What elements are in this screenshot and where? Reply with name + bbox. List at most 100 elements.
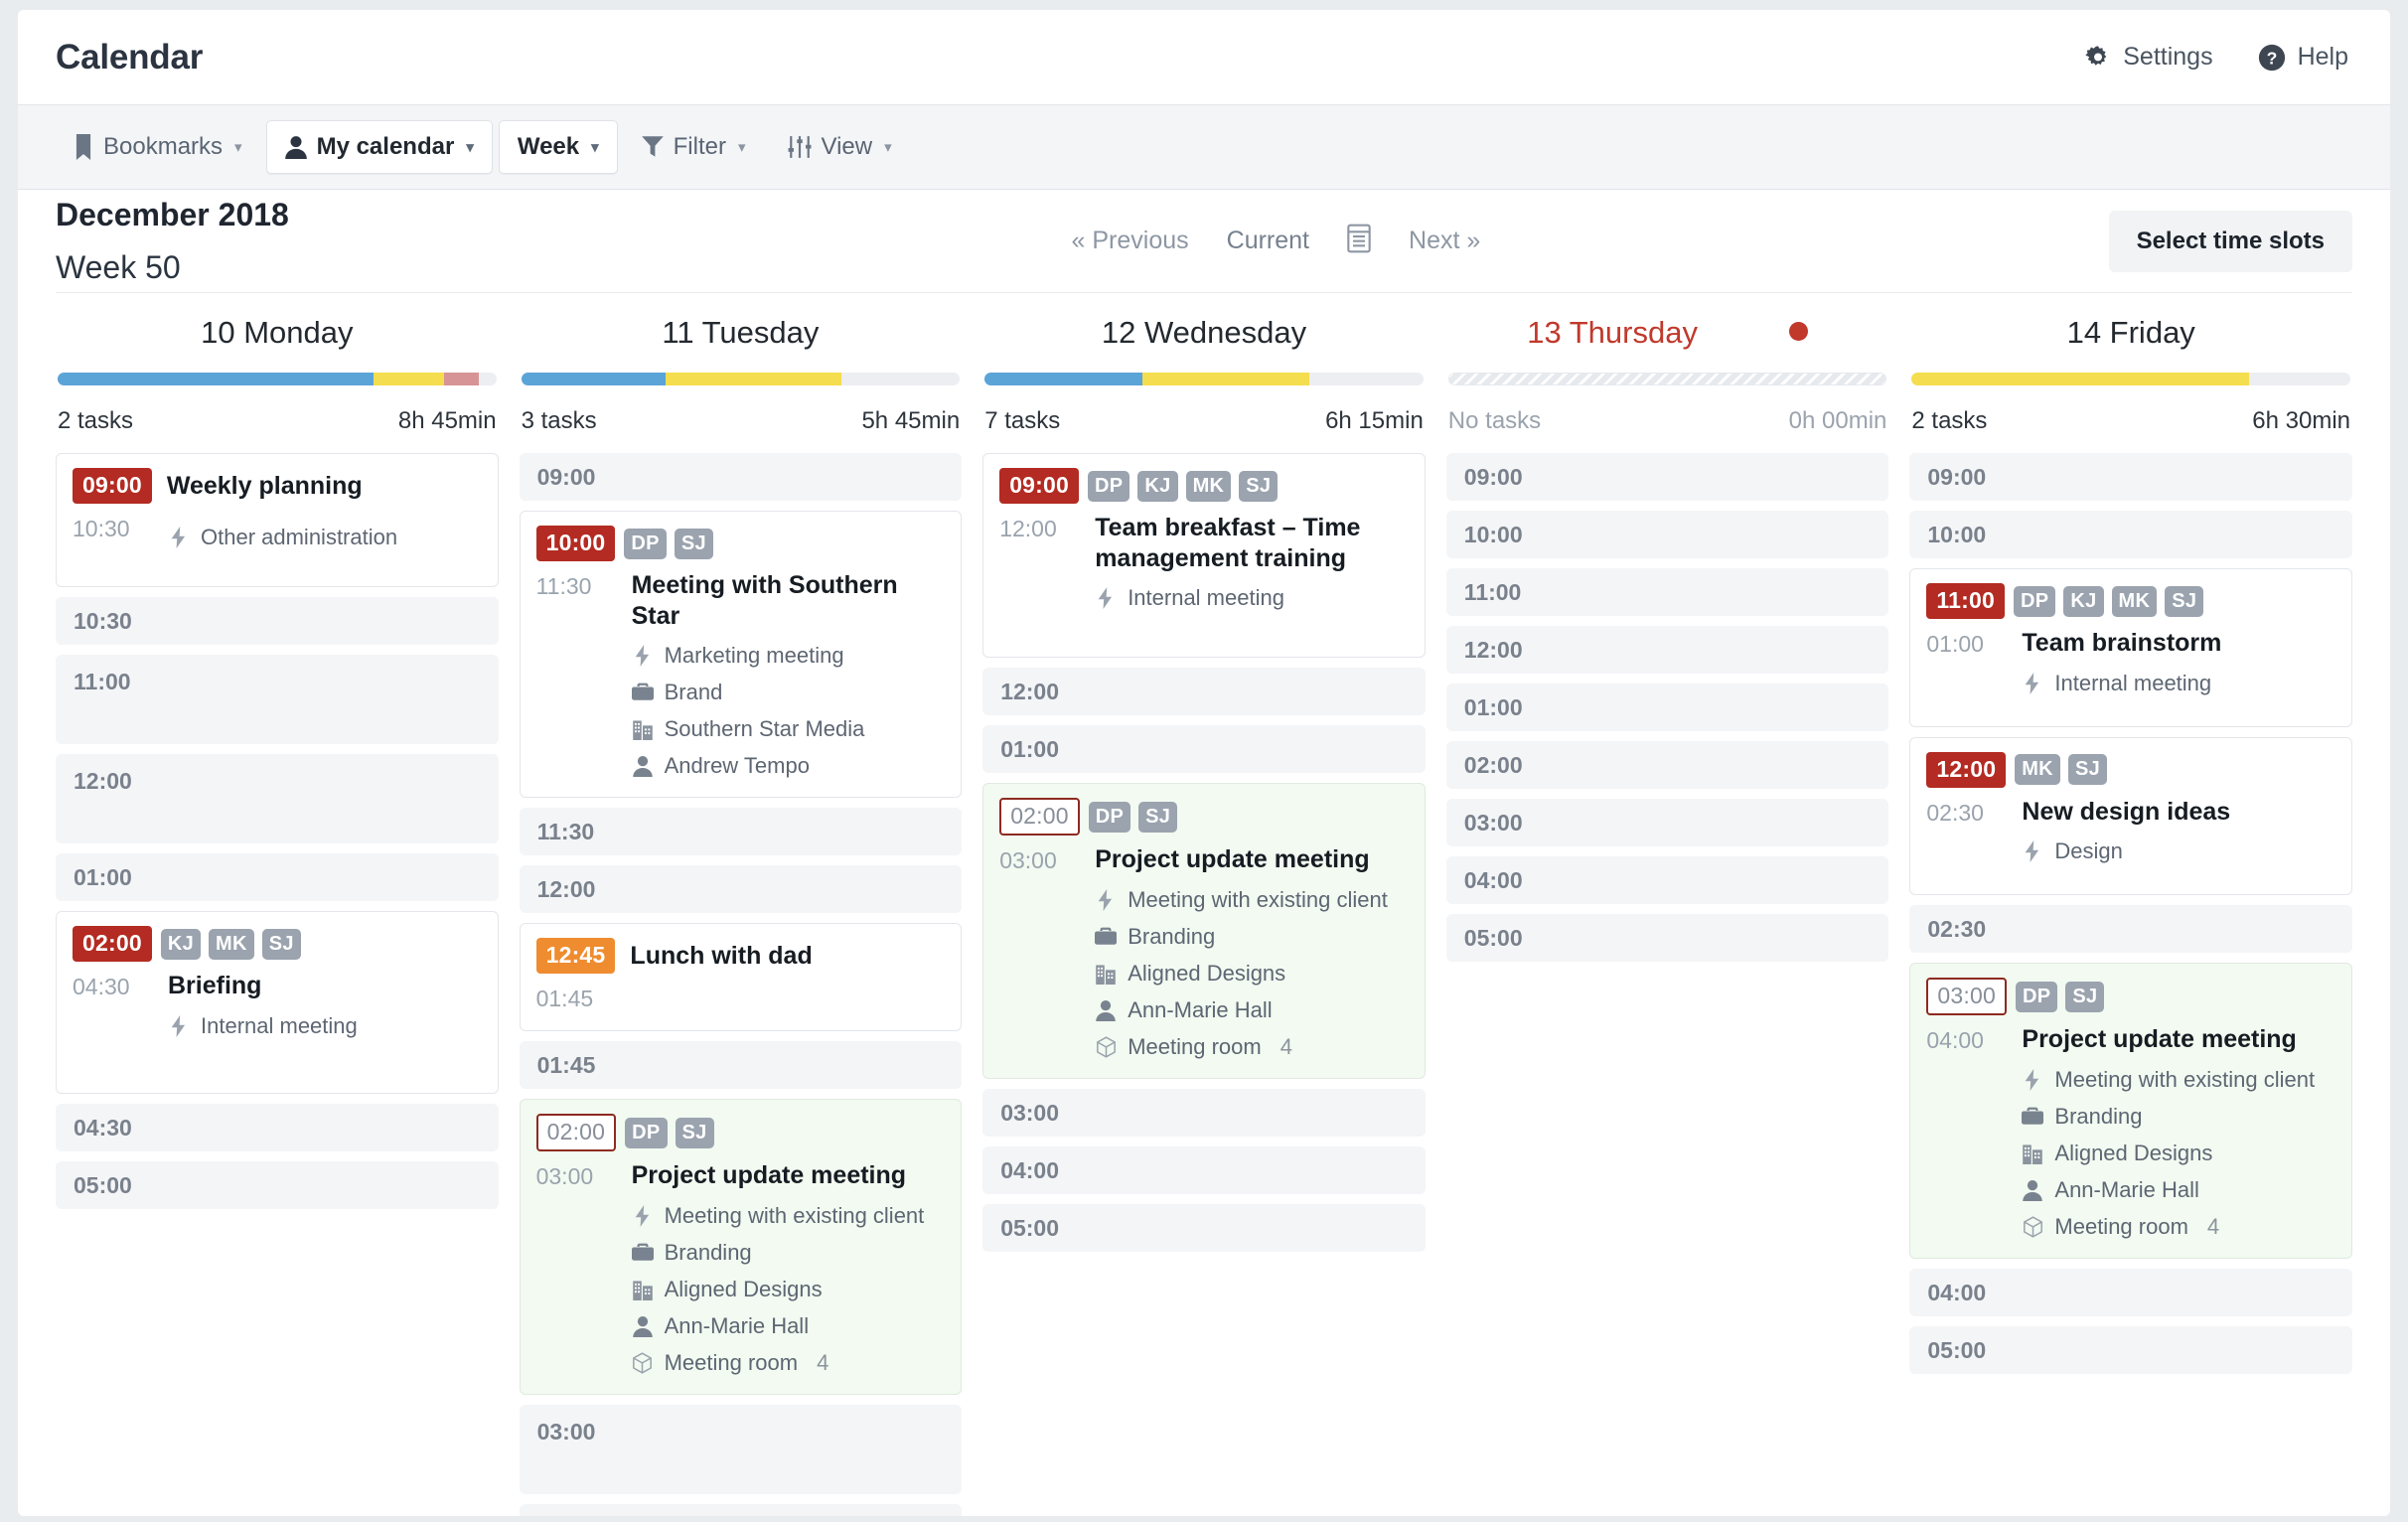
time-slot[interactable]: 01:45 bbox=[519, 1041, 963, 1089]
avatar[interactable]: SJ bbox=[674, 528, 713, 559]
avatar[interactable]: SJ bbox=[675, 1117, 714, 1148]
avatar[interactable]: SJ bbox=[2065, 981, 2105, 1012]
event-attribute: Branding bbox=[1095, 924, 1409, 950]
time-slot[interactable]: 11:00 bbox=[1445, 568, 1889, 616]
time-slot[interactable]: 12:00 bbox=[56, 754, 499, 843]
event-attribute: Meeting room 4 bbox=[632, 1350, 946, 1376]
briefcase-icon bbox=[631, 1243, 654, 1263]
chevron-down-icon: ▾ bbox=[234, 139, 242, 156]
time-slot[interactable]: 01:00 bbox=[56, 853, 499, 901]
time-slot[interactable]: 04:00 bbox=[1445, 856, 1889, 904]
event-attribute-text: Meeting room bbox=[2054, 1213, 2188, 1239]
avatar[interactable]: DP bbox=[1088, 470, 1130, 502]
avatar[interactable]: SJ bbox=[2067, 754, 2108, 785]
current-week-button[interactable]: Current bbox=[1227, 227, 1309, 255]
time-slot[interactable]: 05:00 bbox=[1909, 1325, 2352, 1374]
time-slot[interactable]: 12:00 bbox=[1445, 626, 1889, 674]
avatar[interactable]: MK bbox=[2015, 754, 2060, 785]
event-body-row: 04:00 Project update meeting Meeting with … bbox=[1926, 1024, 2335, 1240]
day-title: 14 Friday bbox=[1909, 315, 2352, 351]
time-slot[interactable]: 04:00 bbox=[982, 1145, 1426, 1194]
avatar[interactable]: KJ bbox=[1137, 470, 1178, 502]
time-slot[interactable]: 03:00 bbox=[982, 1088, 1426, 1137]
day-summary: 3 tasks 5h 45min bbox=[520, 385, 963, 435]
avatar[interactable]: SJ bbox=[1239, 470, 1279, 502]
sliders-icon bbox=[788, 135, 812, 159]
time-slot[interactable]: 10:00 bbox=[1445, 511, 1889, 558]
event-header-row: 09:00 Weekly planning bbox=[73, 468, 482, 504]
time-slot[interactable]: 10:30 bbox=[56, 597, 499, 645]
briefcase-icon bbox=[2022, 1107, 2044, 1127]
avatar[interactable]: SJ bbox=[261, 928, 301, 960]
settings-button[interactable]: Settings bbox=[2084, 43, 2213, 72]
avatar[interactable]: DP bbox=[1088, 801, 1131, 833]
event-card[interactable]: 09:00 DP KJ MK SJ 12:00 Team breakfast – Time … bbox=[982, 453, 1426, 658]
time-slot[interactable]: 12:00 bbox=[982, 668, 1426, 715]
time-slot-label: 04:30 bbox=[74, 1114, 132, 1141]
time-slot[interactable]: 02:30 bbox=[1909, 905, 2352, 953]
avatar[interactable]: KJ bbox=[2063, 585, 2104, 617]
time-slot[interactable]: 05:00 bbox=[1445, 914, 1889, 962]
datepicker-button[interactable] bbox=[1347, 224, 1371, 258]
view-menu[interactable]: View ▾ bbox=[770, 121, 910, 173]
event-attribute-text: Andrew Tempo bbox=[664, 753, 810, 778]
progress-segment bbox=[1911, 373, 2250, 385]
event-card[interactable]: 12:45 Lunch with dad 01:45 bbox=[519, 923, 963, 1031]
event-card[interactable]: 10:00 DP SJ 11:30 Meeting with Southern Star… bbox=[519, 511, 963, 798]
avatar[interactable]: DP bbox=[624, 528, 667, 559]
time-slot[interactable]: 05:00 bbox=[56, 1160, 499, 1209]
event-card[interactable]: 09:00 Weekly planning 10:30 Other administr… bbox=[56, 453, 499, 587]
avatar[interactable]: MK bbox=[209, 928, 254, 960]
time-slot[interactable]: 01:00 bbox=[1445, 684, 1889, 731]
my-calendar-menu[interactable]: My calendar ▾ bbox=[265, 120, 493, 174]
time-slot[interactable]: 01:00 bbox=[982, 725, 1426, 773]
time-slot[interactable]: 05:00 bbox=[982, 1203, 1426, 1252]
period-menu[interactable]: Week ▾ bbox=[498, 120, 618, 174]
time-slot[interactable]: 09:00 bbox=[519, 453, 963, 501]
event-title: Meeting with Southern Star bbox=[631, 571, 898, 630]
event-attribute: Ann-Marie Hall bbox=[2022, 1177, 2335, 1203]
event-card[interactable]: 02:00 DP SJ 03:00 Project update meeting Meet… bbox=[982, 783, 1426, 1079]
day-number: 12 bbox=[1101, 315, 1136, 350]
help-button[interactable]: ? Help bbox=[2257, 43, 2348, 73]
select-time-slots-button[interactable]: Select time slots bbox=[2108, 210, 2352, 272]
day-column-thursday: 13 Thursday No tasks 0h 00min 09:00 10:00 11:… bbox=[1445, 309, 1889, 1516]
event-card[interactable]: 12:00 MK SJ 02:30 New design ideas Design bbox=[1909, 736, 2352, 895]
avatar[interactable]: MK bbox=[1185, 470, 1232, 502]
time-slot[interactable]: 04:00 bbox=[519, 1503, 963, 1516]
event-card[interactable]: 03:00 DP SJ 04:00 Project update meeting Meet… bbox=[1909, 963, 2352, 1259]
next-week-button[interactable]: Next » bbox=[1409, 227, 1480, 255]
event-attribute-text: Meeting room bbox=[664, 1349, 799, 1375]
time-slot[interactable]: 03:00 bbox=[519, 1404, 963, 1494]
time-slot[interactable]: 11:30 bbox=[519, 808, 963, 855]
avatar[interactable]: MK bbox=[2111, 585, 2158, 617]
previous-week-button[interactable]: « Previous bbox=[1072, 227, 1189, 255]
filter-menu[interactable]: Filter ▾ bbox=[624, 121, 764, 173]
event-card[interactable]: 02:00 DP SJ 03:00 Project update meeting Meet… bbox=[519, 1099, 963, 1395]
time-slot[interactable]: 10:00 bbox=[1909, 511, 2352, 558]
building-icon bbox=[2022, 1142, 2043, 1164]
avatar[interactable]: DP bbox=[2013, 585, 2056, 617]
event-card[interactable]: 11:00 DP KJ MK SJ 01:00 Team brainstorm Interna… bbox=[1909, 568, 2352, 727]
avatar[interactable]: SJ bbox=[2165, 585, 2204, 617]
avatar[interactable]: KJ bbox=[160, 928, 201, 960]
time-slot[interactable]: 09:00 bbox=[1909, 453, 2352, 501]
time-slot[interactable]: 09:00 bbox=[1445, 453, 1889, 501]
total-duration: 6h 30min bbox=[2252, 407, 2350, 434]
event-card[interactable]: 02:00 KJ MK SJ 04:30 Briefing Internal meeting bbox=[56, 911, 499, 1094]
time-slot[interactable]: 04:00 bbox=[1909, 1268, 2352, 1316]
time-slot[interactable]: 11:00 bbox=[56, 655, 499, 744]
avatar[interactable]: DP bbox=[625, 1117, 668, 1148]
avatar[interactable]: DP bbox=[2015, 981, 2058, 1012]
time-slot[interactable]: 12:00 bbox=[519, 865, 963, 913]
bolt-icon bbox=[168, 1014, 190, 1037]
time-slot[interactable]: 04:30 bbox=[56, 1103, 499, 1151]
time-slot[interactable]: 02:00 bbox=[1445, 741, 1889, 789]
time-slot[interactable]: 03:00 bbox=[1445, 799, 1889, 846]
time-slot-label: 05:00 bbox=[1000, 1214, 1060, 1241]
event-attribute-list: Internal meeting bbox=[2022, 671, 2335, 696]
total-duration: 6h 15min bbox=[1325, 407, 1424, 434]
bookmarks-menu[interactable]: Bookmarks ▾ bbox=[56, 121, 260, 173]
avatar[interactable]: SJ bbox=[1138, 801, 1178, 833]
day-summary: 2 tasks 8h 45min bbox=[56, 385, 499, 435]
